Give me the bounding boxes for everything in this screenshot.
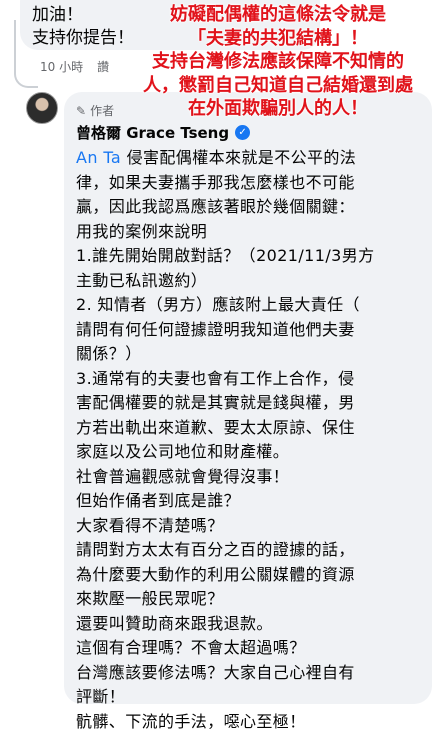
- annotation-line: 妨礙配偶權的這條法令就是: [128, 3, 428, 27]
- comment-line: 贏，因此我認爲應該著眼於幾個關鍵：: [76, 195, 426, 220]
- previous-comment-meta: 10 小時 讚: [40, 58, 109, 75]
- comment-lines: 律，如果夫妻攜手那我怎麼樣也不可能贏，因此我認爲應該著眼於幾個關鍵：用我的案例來…: [76, 171, 426, 734]
- comment-line: 這個有合理嗎？不會太超過嗎？: [76, 636, 426, 661]
- mention-link[interactable]: An Ta: [76, 148, 121, 167]
- comment-line: 大家看得不清楚嗎？: [76, 514, 426, 539]
- comment-line: 用我的案例來說明: [76, 220, 426, 245]
- comment-line: 來欺壓一般民眾呢？: [76, 587, 426, 612]
- previous-comment-line: 支持你提告！: [32, 27, 134, 50]
- author-name-row[interactable]: 曾格爾 Grace Tseng ✓: [76, 122, 250, 143]
- avatar[interactable]: [26, 92, 58, 124]
- annotation-line: 「夫妻的共犯結構」！: [128, 27, 428, 51]
- comment-line: 主動已私訊邀約）: [76, 269, 426, 294]
- annotation-line: 在外面欺騙別人的人！: [128, 97, 428, 121]
- comment-line: 家庭以及公司地位和財產權。: [76, 440, 426, 465]
- comment-line: 評斷！: [76, 685, 426, 710]
- comment-line: 請問對方太太有百分之百的證據的話，: [76, 538, 426, 563]
- comment-line: An Ta 侵害配偶權本來就是不公平的法: [76, 146, 426, 171]
- comment-line: 1.誰先開始開啟對話？（2021/11/3男方: [76, 244, 426, 269]
- red-annotation-overlay: 妨礙配偶權的這條法令就是「夫妻的共犯結構」！支持台灣修法應該保障不知情的人，懲罰…: [128, 3, 428, 121]
- annotation-line: 人，懲罰自己知道自己結婚還到處: [128, 74, 428, 98]
- comment-line: 害配偶權要的就是其實就是錢與權，男: [76, 391, 426, 416]
- comment-timestamp: 10 小時: [40, 58, 83, 75]
- comment-line: 2. 知情者（男方）應該附上最大責任（: [76, 293, 426, 318]
- pen-icon: ✎: [76, 104, 86, 118]
- annotation-line: 支持台灣修法應該保障不知情的: [128, 50, 428, 74]
- comment-line: 還要叫贊助商來跟我退款。: [76, 612, 426, 637]
- author-badge-label: 作者: [90, 102, 114, 119]
- comment-line: 骯髒、下流的手法，噁心至極！: [76, 710, 426, 734]
- like-link[interactable]: 讚: [97, 58, 109, 75]
- author-name[interactable]: 曾格爾 Grace Tseng: [76, 122, 229, 143]
- reply-comment-bubble: ✎ 作者 曾格爾 Grace Tseng ✓ An Ta 侵害配偶權本來就是不公…: [64, 92, 432, 704]
- comment-line: 台灣應該要修法嗎？大家自己心裡自有: [76, 661, 426, 686]
- comment-line: 律，如果夫妻攜手那我怎麼樣也不可能: [76, 171, 426, 196]
- comment-line: 3.通常有的夫妻也會有工作上合作，侵: [76, 367, 426, 392]
- reply-comment-text: An Ta 侵害配偶權本來就是不公平的法 律，如果夫妻攜手那我怎麼樣也不可能贏，…: [76, 146, 426, 734]
- comment-line: 社會普遍觀感就會覺得沒事！: [76, 465, 426, 490]
- verified-check-icon: ✓: [235, 125, 250, 140]
- previous-comment-line: 加油！: [32, 4, 134, 27]
- comment-line: 請問有何任何證據證明我知道他們夫妻: [76, 318, 426, 343]
- comment-line: 但始作俑者到底是誰？: [76, 489, 426, 514]
- previous-comment-text: 加油！支持你提告！: [32, 4, 134, 50]
- comment-line-text: 侵害配偶權本來就是不公平的法: [121, 148, 356, 167]
- comment-line: 為什麼要大動作的利用公關媒體的資源: [76, 563, 426, 588]
- comment-line: 方若出軌出來道歉、要太太原諒、保住: [76, 416, 426, 441]
- author-badge: ✎ 作者: [76, 102, 114, 119]
- comment-line: 關係？）: [76, 342, 426, 367]
